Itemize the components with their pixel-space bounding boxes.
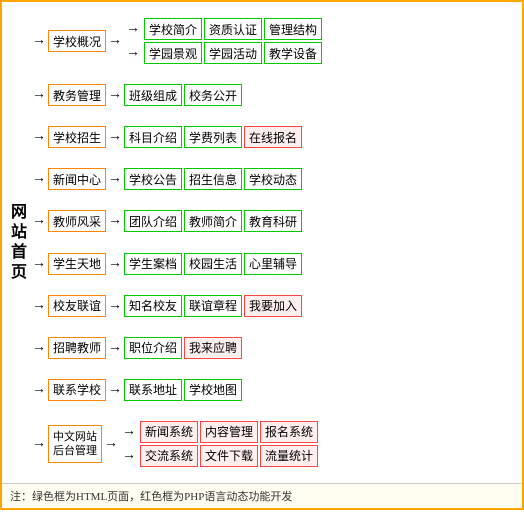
branch-cells: 学生案档校园生活心里辅导 [124,253,302,275]
level1-box: 学校概况 [48,30,106,52]
arrow-icon: → [32,298,46,314]
branch-item: 校务公开 [184,84,242,106]
branch-cells: 知名校友联谊章程我要加入 [124,295,302,317]
branch-item: 联系地址 [124,379,182,401]
nav-row-backend: →中文网站后台管理→→新闻系统内容管理报名系统→交流系统文件下载流量统计 [30,421,518,467]
branch-item: 交流系统 [140,445,198,467]
nav-row-news: →新闻中心→学校公告招生信息学校动态 [30,168,518,190]
branch-item: 学园景观 [144,42,202,64]
nav-row-teachers: →教师风采→团队介绍教师简介教育科研 [30,210,518,232]
branch-item: 科目介绍 [124,126,182,148]
arrow-icon: → [32,87,46,103]
branch-cells: 班级组成校务公开 [124,84,242,106]
level1-box: 学生天地 [48,253,106,275]
branch-item: 资质认证 [204,18,262,40]
level1-box: 联系学校 [48,379,106,401]
branch-item: 学费列表 [184,126,242,148]
branch-cells: 学校公告招生信息学校动态 [124,168,302,190]
branch-cells: 联系地址学校地图 [124,379,242,401]
arrow-icon: → [108,87,122,103]
branch-item: 校园生活 [184,253,242,275]
level1-box: 招聘教师 [48,337,106,359]
arrow-icon: → [122,424,136,440]
branch-group: →新闻系统内容管理报名系统→交流系统文件下载流量统计 [120,421,318,467]
site-label: 网站首页 [2,6,30,479]
branch-item: 新闻系统 [140,421,198,443]
arrow-icon: → [108,298,122,314]
nav-row-school-overview: →学校概况→→学校简介资质认证管理结构→学园景观学园活动教学设备 [30,18,518,64]
branch-item: 学园活动 [204,42,262,64]
arrow-icon: → [32,213,46,229]
branch-item: 我要加入 [244,295,302,317]
arrow-icon: → [108,256,122,272]
arrow-icon: → [32,171,46,187]
branch-item: 班级组成 [124,84,182,106]
arrow-icon: → [32,436,46,452]
branch-item: 内容管理 [200,421,258,443]
nav-row-alumni: →校友联谊→知名校友联谊章程我要加入 [30,295,518,317]
nav-row-students: →学生天地→学生案档校园生活心里辅导 [30,253,518,275]
branch-item: 学校公告 [124,168,182,190]
footnote: 注：绿色框为HTML页面，红色框为PHP语言动态功能开发 [2,483,522,508]
arrow-icon: → [32,382,46,398]
arrow-icon: → [126,45,140,61]
arrow-icon: → [108,340,122,356]
branch-item: 教学设备 [264,42,322,64]
arrow-icon: → [126,21,140,37]
branch-row: →新闻系统内容管理报名系统 [120,421,318,443]
arrow-icon: → [104,436,118,452]
nav-row-enrollment: →学校招生→科目介绍学费列表在线报名 [30,126,518,148]
branch-group: →学校简介资质认证管理结构→学园景观学园活动教学设备 [124,18,322,64]
arrow-icon: → [108,382,122,398]
arrow-icon: → [108,129,122,145]
level1-box: 教务管理 [48,84,106,106]
arrow-icon: → [32,256,46,272]
branch-item: 流量统计 [260,445,318,467]
branch-item: 我来应聘 [184,337,242,359]
branch-item: 学校简介 [144,18,202,40]
rows-container: →学校概况→→学校简介资质认证管理结构→学园景观学园活动教学设备→教务管理→班级… [30,6,522,479]
branch-item: 报名系统 [260,421,318,443]
branch-item: 联谊章程 [184,295,242,317]
arrow-icon: → [108,33,122,49]
arrow-icon: → [32,129,46,145]
level1-box: 教师风采 [48,210,106,232]
branch-row: →学校简介资质认证管理结构 [124,18,322,40]
arrow-icon: → [122,448,136,464]
level1-box: 学校招生 [48,126,106,148]
nav-row-recruit: →招聘教师→职位介绍我来应聘 [30,337,518,359]
level1-box: 中文网站后台管理 [48,425,102,463]
branch-item: 文件下载 [200,445,258,467]
level1-box: 新闻中心 [48,168,106,190]
branch-item: 团队介绍 [124,210,182,232]
arrow-icon: → [108,171,122,187]
level1-box: 校友联谊 [48,295,106,317]
branch-item: 管理结构 [264,18,322,40]
branch-item: 职位介绍 [124,337,182,359]
branch-item: 心里辅导 [244,253,302,275]
branch-item: 学生案档 [124,253,182,275]
main-container: 网站首页 →学校概况→→学校简介资质认证管理结构→学园景观学园活动教学设备→教务… [0,0,524,510]
arrow-icon: → [32,340,46,356]
branch-item: 教育科研 [244,210,302,232]
branch-item: 在线报名 [244,126,302,148]
branch-row: →交流系统文件下载流量统计 [120,445,318,467]
nav-row-contact: →联系学校→联系地址学校地图 [30,379,518,401]
branch-cells: 团队介绍教师简介教育科研 [124,210,302,232]
branch-cells: 科目介绍学费列表在线报名 [124,126,302,148]
nav-row-academic: →教务管理→班级组成校务公开 [30,84,518,106]
branch-item: 招生信息 [184,168,242,190]
arrow-icon: → [32,33,46,49]
branch-row: →学园景观学园活动教学设备 [124,42,322,64]
branch-item: 教师简介 [184,210,242,232]
branch-item: 知名校友 [124,295,182,317]
branch-cells: 职位介绍我来应聘 [124,337,242,359]
arrow-icon: → [108,213,122,229]
branch-item: 学校地图 [184,379,242,401]
branch-item: 学校动态 [244,168,302,190]
